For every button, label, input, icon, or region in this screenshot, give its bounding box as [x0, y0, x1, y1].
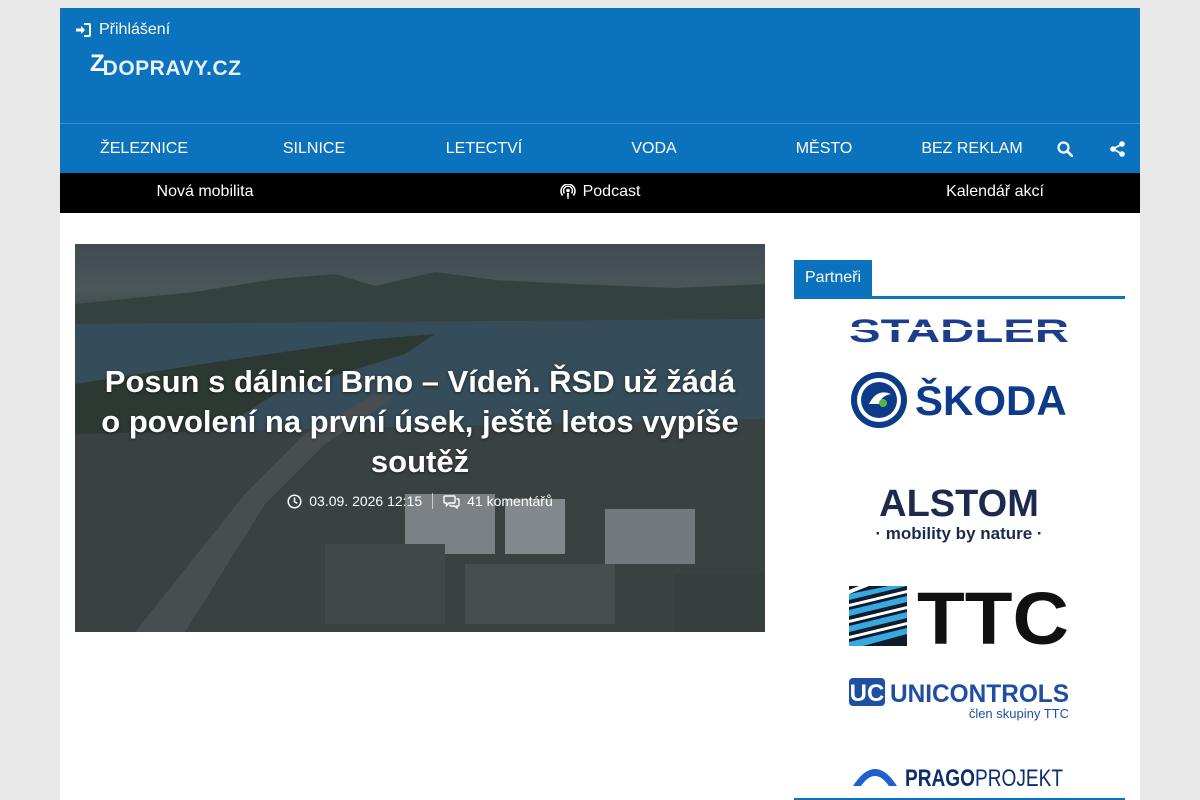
search-button[interactable] — [1045, 124, 1085, 173]
partner-alstom[interactable]: ALSTOM · mobility by nature · — [849, 478, 1069, 548]
main-nav: ŽELEZNICE SILNICE LETECTVÍ VODA MĚSTO BE… — [60, 123, 1140, 174]
search-icon — [1057, 140, 1073, 157]
alstom-tagline: · mobility by nature · — [875, 524, 1042, 543]
ttc-logo-text: TTC — [917, 586, 1069, 646]
podcast-icon — [559, 184, 576, 199]
unicontrols-logo: UC UNICONTROLS člen skupiny TTC — [849, 678, 1069, 721]
partners-heading: Partneři — [794, 260, 873, 296]
hero-comments[interactable]: 41 komentářů — [467, 493, 553, 509]
ttc-logo: TTC — [849, 577, 1069, 660]
hero-title[interactable]: Posun s dálnicí Brno – Vídeň. ŘSD už žád… — [95, 362, 745, 482]
subnav-item-podcast[interactable]: Podcast — [500, 173, 700, 211]
partner-ttc[interactable]: TTC — [849, 577, 1069, 660]
featured-article[interactable]: Posun s dálnicí Brno – Vídeň. ŘSD už žád… — [75, 244, 765, 632]
nav-item-letectvi[interactable]: LETECTVÍ — [414, 124, 554, 173]
unicontrols-mark: UC — [850, 680, 885, 707]
partners-widget: Partneři — [794, 260, 1125, 299]
login-link[interactable]: Přihlášení — [75, 19, 170, 41]
share-button[interactable] — [1097, 124, 1137, 173]
alstom-logo-text: ALSTOM — [879, 483, 1039, 525]
login-label: Přihlášení — [99, 21, 171, 38]
ttc-logo-stripes — [849, 586, 907, 646]
partner-stadler[interactable]: STADLER — [849, 313, 1069, 349]
nav-item-voda[interactable]: VODA — [584, 124, 724, 173]
clock-icon — [287, 493, 302, 509]
subnav-podcast-label: Podcast — [582, 183, 641, 200]
partner-pragoprojekt[interactable]: PRAGOPROJEKT — [849, 756, 1069, 792]
site-logo[interactable]: Z DOPRAVY.CZ — [90, 48, 241, 88]
alstom-logo: ALSTOM · mobility by nature · — [875, 483, 1042, 543]
unicontrols-subtitle: člen skupiny TTC — [969, 706, 1069, 721]
comments-icon — [443, 494, 460, 509]
subnav-item-nova-mobilita[interactable]: Nová mobilita — [100, 173, 310, 211]
meta-divider — [432, 493, 434, 509]
pragoprojekt-text: PRAGOPROJEKT — [905, 765, 1063, 792]
unicontrols-logo-text: UNICONTROLS — [890, 680, 1069, 708]
partner-skoda[interactable]: ŠKODA — [849, 368, 1069, 432]
hero-meta: 03.09. 2026 12:15 41 komentářů — [75, 493, 765, 509]
hero-datetime: 03.09. 2026 12:15 — [309, 493, 423, 509]
skoda-logo-text: ŠKODA — [915, 376, 1067, 424]
nav-item-mesto[interactable]: MĚSTO — [754, 124, 894, 173]
skoda-logo: ŠKODA — [851, 372, 1067, 428]
page: Přihlášení Z DOPRAVY.CZ ŽELEZNICE SILNIC… — [60, 8, 1140, 800]
subnav-item-kalendar-akci[interactable]: Kalendář akcí — [890, 173, 1100, 211]
nav-item-silnice[interactable]: SILNICE — [244, 124, 384, 173]
logo-text: DOPRAVY.CZ — [102, 57, 242, 80]
nav-item-bez-reklam[interactable]: BEZ REKLAM — [902, 124, 1042, 173]
sign-in-icon — [76, 23, 91, 37]
pragoprojekt-bridge-mark — [853, 769, 897, 786]
pragoprojekt-text-bold: PRAGO — [905, 765, 975, 792]
partner-unicontrols[interactable]: UC UNICONTROLS člen skupiny TTC — [849, 678, 1069, 723]
partners-heading-bar: Partneři — [794, 260, 1125, 299]
site-header: Přihlášení Z DOPRAVY.CZ — [60, 8, 1140, 123]
pragoprojekt-text-rest: PROJEKT — [975, 765, 1063, 792]
share-icon — [1109, 140, 1125, 157]
stadler-logo: STADLER — [849, 313, 1069, 349]
pragoprojekt-logo: PRAGOPROJEKT — [853, 765, 1063, 792]
nav-item-zeleznice[interactable]: ŽELEZNICE — [74, 124, 214, 173]
secondary-nav: Nová mobilita Podcast Kalendář akcí — [60, 173, 1140, 213]
